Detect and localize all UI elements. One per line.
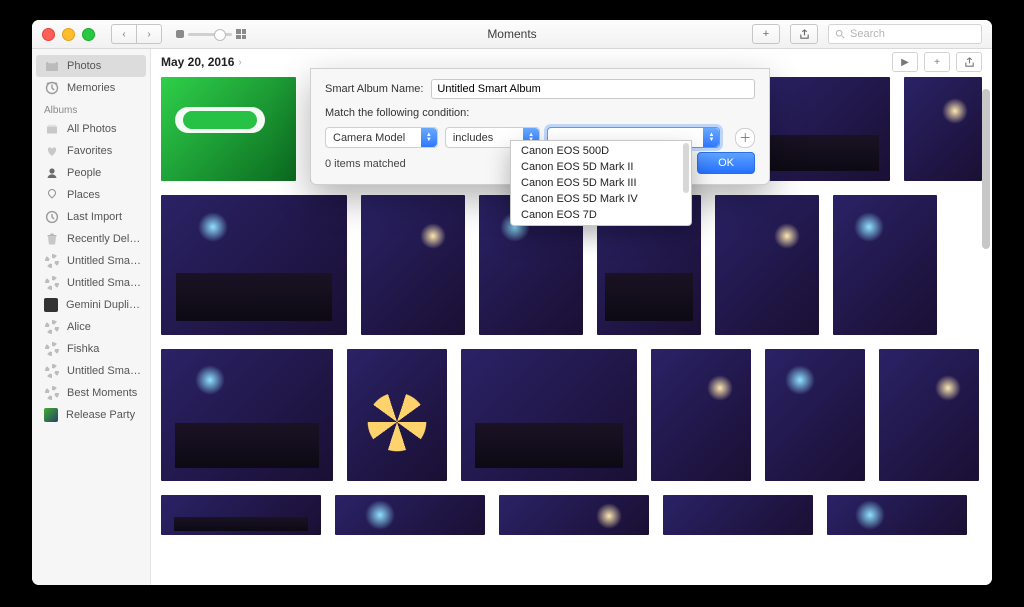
sidebar-item-fishka[interactable]: Fishka <box>32 338 150 360</box>
traffic-lights <box>32 28 95 41</box>
zoom-large-icon <box>236 29 246 39</box>
chevron-right-icon: › <box>238 57 241 68</box>
select-stepper-icon: ▲▼ <box>703 128 719 147</box>
add-condition-button[interactable]: ＋ <box>735 128 755 148</box>
sidebar-item-best-moments[interactable]: Best Moments <box>32 382 150 404</box>
play-slideshow-button[interactable]: ▶ <box>892 52 918 72</box>
trash-icon <box>44 232 59 247</box>
heart-icon <box>44 144 59 159</box>
memories-icon <box>44 81 59 96</box>
photos-window: ‹ › Moments + Search <box>32 20 992 585</box>
dropdown-option[interactable]: Canon EOS 7D <box>511 207 691 223</box>
condition-field-select[interactable]: Camera Model ▲▼ <box>325 127 438 148</box>
sidebar-item-last-import[interactable]: Last Import <box>32 206 150 228</box>
clock-icon <box>44 210 59 225</box>
sidebar-item-memories[interactable]: Memories <box>32 77 150 99</box>
sidebar-item-smart-1[interactable]: Untitled Sma… <box>32 250 150 272</box>
sidebar-item-smart-2[interactable]: Untitled Sma… <box>32 272 150 294</box>
photo-thumbnail[interactable] <box>461 349 637 481</box>
stack-icon <box>44 122 59 137</box>
album-name-input[interactable] <box>431 79 755 99</box>
date-heading[interactable]: May 20, 2016 › <box>161 55 242 69</box>
share-button[interactable] <box>790 24 818 44</box>
share-button-2[interactable] <box>956 52 982 72</box>
sidebar-item-favorites[interactable]: Favorites <box>32 140 150 162</box>
match-condition-label: Match the following condition: <box>325 107 469 119</box>
photo-thumbnail[interactable] <box>663 495 813 535</box>
gear-icon <box>44 364 59 379</box>
sidebar-section-albums: Albums <box>32 99 150 118</box>
photo-thumbnail[interactable] <box>827 495 967 535</box>
sidebar-item-photos[interactable]: Photos <box>36 55 146 77</box>
close-window-button[interactable] <box>42 28 55 41</box>
photo-thumbnail[interactable] <box>499 495 649 535</box>
add-to-button[interactable]: + <box>924 52 950 72</box>
photo-thumbnail[interactable] <box>879 349 979 481</box>
zoom-slider-group <box>176 29 246 39</box>
photo-thumbnail[interactable] <box>833 195 937 335</box>
sidebar-item-recently-deleted[interactable]: Recently Del… <box>32 228 150 250</box>
gear-icon <box>44 276 59 291</box>
photo-thumbnail[interactable] <box>335 495 485 535</box>
sidebar-item-gemini[interactable]: Gemini Dupli… <box>32 294 150 316</box>
zoom-slider-knob[interactable] <box>214 29 226 41</box>
zoom-window-button[interactable] <box>82 28 95 41</box>
camera-model-dropdown: Canon EOS 500D Canon EOS 5D Mark II Cano… <box>510 140 692 226</box>
photos-icon <box>44 59 59 74</box>
photo-thumbnail[interactable] <box>361 195 465 335</box>
gear-icon <box>44 342 59 357</box>
photo-thumbnail[interactable] <box>161 195 347 335</box>
sidebar-item-people[interactable]: People <box>32 162 150 184</box>
back-button[interactable]: ‹ <box>111 24 136 44</box>
zoom-small-icon <box>176 30 184 38</box>
nav-back-forward: ‹ › <box>111 24 162 44</box>
gear-icon <box>44 320 59 335</box>
forward-button[interactable]: › <box>136 24 162 44</box>
search-field[interactable]: Search <box>828 24 982 44</box>
ok-button[interactable]: OK <box>697 152 755 174</box>
sidebar-item-alice[interactable]: Alice <box>32 316 150 338</box>
dropdown-option[interactable]: Canon EOS 5D Mark IV <box>511 191 691 207</box>
sidebar-item-places[interactable]: Places <box>32 184 150 206</box>
search-icon <box>835 29 845 39</box>
person-icon <box>44 166 59 181</box>
sidebar-item-release-party[interactable]: Release Party <box>32 404 150 426</box>
scrollbar[interactable] <box>982 89 990 249</box>
photo-thumbnail[interactable] <box>347 349 447 481</box>
dropdown-option[interactable]: Canon EOS 5D Mark III <box>511 175 691 191</box>
photo-thumbnail[interactable] <box>715 195 819 335</box>
photo-thumbnail[interactable] <box>161 495 321 535</box>
dropdown-option[interactable]: Canon EOS 500D <box>511 143 691 159</box>
select-stepper-icon: ▲▼ <box>421 128 437 147</box>
dropdown-option[interactable]: Canon EOS 5D Mark II <box>511 159 691 175</box>
photo-thumbnail[interactable] <box>651 349 751 481</box>
search-placeholder: Search <box>850 28 885 40</box>
zoom-slider[interactable] <box>188 33 232 36</box>
gear-icon <box>44 254 59 269</box>
minimize-window-button[interactable] <box>62 28 75 41</box>
photo-thumbnail[interactable] <box>161 349 333 481</box>
album-name-label: Smart Album Name: <box>325 83 423 95</box>
album-thumb-icon <box>44 408 58 422</box>
photo-thumbnail[interactable] <box>755 77 890 181</box>
sidebar-item-all-photos[interactable]: All Photos <box>32 118 150 140</box>
sidebar: Photos Memories Albums All Photos Favori… <box>32 49 151 585</box>
photo-thumbnail[interactable] <box>765 349 865 481</box>
sidebar-item-smart-3[interactable]: Untitled Sma… <box>32 360 150 382</box>
photo-thumbnail[interactable] <box>161 77 296 181</box>
dropdown-scrollbar[interactable] <box>683 143 689 193</box>
titlebar: ‹ › Moments + Search <box>32 20 992 49</box>
album-thumb-icon <box>44 298 58 312</box>
gear-icon <box>44 386 59 401</box>
pin-icon <box>44 188 59 203</box>
photo-thumbnail[interactable] <box>904 77 982 181</box>
create-button[interactable]: + <box>752 24 780 44</box>
